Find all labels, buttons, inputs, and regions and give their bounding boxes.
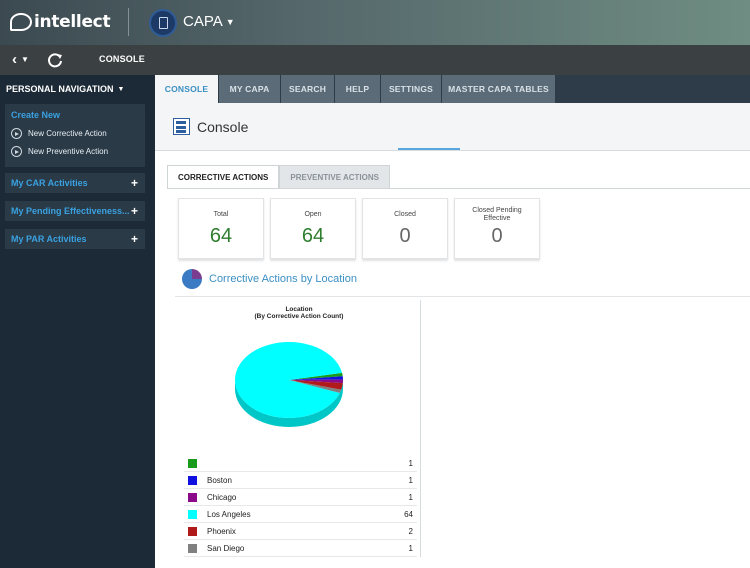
legend-label: Los Angeles: [207, 509, 251, 519]
stat-card-closed-pending-effective[interactable]: Closed Pending Effective 0: [454, 198, 540, 259]
legend-row: Chicago 1: [184, 489, 417, 506]
play-circle-icon: [11, 146, 22, 157]
legend-value: 2: [408, 526, 413, 536]
console-icon: [173, 118, 190, 135]
legend-value: 64: [404, 509, 413, 519]
legend-value: 1: [408, 543, 413, 553]
legend-label: Chicago: [207, 492, 237, 502]
tab-master-capa-tables[interactable]: MASTER CAPA TABLES: [442, 75, 556, 103]
divider: [128, 8, 129, 36]
app-switcher[interactable]: CAPA ▼: [183, 13, 235, 30]
location-chart: Location (By Corrective Action Count) 1B…: [178, 300, 421, 557]
divider: [167, 188, 750, 189]
plus-icon[interactable]: +: [131, 232, 138, 246]
card-value: 64: [209, 225, 233, 247]
section-title: Corrective Actions by Location: [209, 273, 357, 285]
legend-swatch: [188, 543, 197, 553]
legend-row: Boston 1: [184, 472, 417, 489]
logo-icon: [10, 13, 32, 31]
sidebar-title: PERSONAL NAVIGATION: [6, 84, 114, 94]
legend-swatch: [188, 458, 197, 468]
new-preventive-action-link[interactable]: New Preventive Action: [11, 146, 108, 157]
create-new-panel: Create New New Corrective Action New Pre…: [5, 104, 145, 167]
tab-my-capa[interactable]: MY CAPA: [219, 75, 281, 103]
tab-search[interactable]: SEARCH: [281, 75, 335, 103]
sidebar-item-label: My CAR Activities: [11, 178, 88, 188]
sidebar-item-label: My Pending Effectiveness...: [11, 206, 130, 216]
card-value: 0: [399, 225, 411, 247]
tab-bar: CONSOLE MY CAPA SEARCH HELP SETTINGS MAS…: [155, 75, 750, 103]
legend-swatch: [188, 475, 197, 485]
card-label: Total: [213, 211, 229, 218]
legend-value: 1: [408, 492, 413, 502]
link-label: New Preventive Action: [28, 147, 109, 156]
logo[interactable]: intellect: [10, 10, 111, 34]
breadcrumb: CONSOLE: [99, 54, 145, 64]
legend-row: San Diego 1: [184, 540, 417, 557]
legend-value: 1: [408, 475, 413, 485]
sub-bar: ‹ ▼ CONSOLE: [0, 45, 750, 75]
active-indicator: [398, 148, 460, 150]
page-header: Console: [155, 103, 750, 151]
refresh-icon[interactable]: [46, 51, 64, 69]
top-bar: intellect CAPA ▼: [0, 0, 750, 45]
main-content: CONSOLE MY CAPA SEARCH HELP SETTINGS MAS…: [155, 75, 750, 568]
page-title: Console: [197, 119, 249, 135]
sidebar-item-label: My PAR Activities: [11, 234, 87, 244]
capa-app-icon[interactable]: [149, 9, 177, 37]
sidebar: PERSONAL NAVIGATION ▼ Create New New Cor…: [0, 75, 153, 568]
personal-navigation-toggle[interactable]: PERSONAL NAVIGATION ▼: [6, 84, 124, 94]
pie-chart: [235, 342, 343, 427]
tab-help[interactable]: HELP: [335, 75, 381, 103]
plus-icon[interactable]: +: [131, 204, 138, 218]
subtab-corrective-actions[interactable]: CORRECTIVE ACTIONS: [167, 165, 280, 188]
legend-swatch: [188, 492, 197, 502]
card-label: Closed Pending Effective: [472, 207, 522, 222]
card-value: 0: [491, 225, 503, 247]
tab-settings[interactable]: SETTINGS: [381, 75, 442, 103]
divider: [175, 296, 750, 297]
link-label: New Corrective Action: [28, 129, 107, 138]
plus-icon[interactable]: +: [131, 176, 138, 190]
app-name: CAPA: [183, 13, 223, 30]
play-circle-icon: [11, 128, 22, 139]
card-label: Closed: [394, 211, 416, 218]
stat-card-total[interactable]: Total 64: [178, 198, 264, 259]
pie-chart-icon: [182, 269, 202, 289]
legend-row: 1: [184, 455, 417, 472]
sidebar-item-car-activities[interactable]: My CAR Activities +: [5, 173, 145, 193]
legend-value: 1: [408, 458, 413, 468]
legend-swatch: [188, 509, 197, 519]
stat-card-closed[interactable]: Closed 0: [362, 198, 448, 259]
legend-label: Phoenix: [207, 526, 236, 536]
back-icon[interactable]: ‹ ▼: [12, 51, 29, 68]
legend-swatch: [188, 526, 197, 536]
card-value: 64: [301, 225, 325, 247]
sidebar-item-pending-effectiveness[interactable]: My Pending Effectiveness... +: [5, 201, 145, 221]
create-new-heading: Create New: [11, 110, 61, 120]
legend-label: Boston: [207, 475, 232, 485]
stat-card-open[interactable]: Open 64: [270, 198, 356, 259]
tab-console[interactable]: CONSOLE: [155, 75, 219, 103]
caret-down-icon: ▼: [225, 16, 235, 27]
sidebar-item-par-activities[interactable]: My PAR Activities +: [5, 229, 145, 249]
legend-row: Los Angeles 64: [184, 506, 417, 523]
new-corrective-action-link[interactable]: New Corrective Action: [11, 128, 107, 139]
caret-down-icon: ▼: [117, 85, 125, 93]
card-label: Open: [304, 211, 322, 218]
subtab-preventive-actions[interactable]: PREVENTIVE ACTIONS: [279, 165, 390, 188]
legend-row: Phoenix 2: [184, 523, 417, 540]
subtab-bar: CORRECTIVE ACTIONS PREVENTIVE ACTIONS: [167, 165, 390, 188]
logo-text: intellect: [34, 12, 111, 32]
legend-label: San Diego: [207, 543, 245, 553]
